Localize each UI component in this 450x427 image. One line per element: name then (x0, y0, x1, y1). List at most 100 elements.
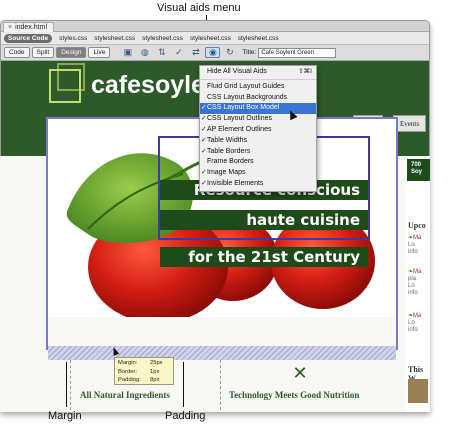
menu-item-label: Frame Borders (207, 158, 254, 166)
tooltip-value: 25px (150, 360, 163, 366)
related-files-bar: Source Code styles.css stylesheet.css st… (1, 32, 429, 45)
visual-aids-menu: Hide All Visual Aids ⇧⌘I Fluid Grid Layo… (199, 65, 317, 192)
sidebar-item-line: pla (408, 276, 417, 282)
check-browser-compat-icon[interactable]: ⇄ (188, 47, 203, 58)
menu-item-label: CSS Layout Box Model (207, 104, 280, 112)
tooltip-key: Border: (118, 368, 138, 375)
logo-cube-icon (49, 63, 85, 103)
tooltip-value: 1px (150, 368, 160, 375)
margin-callout: Margin (48, 410, 82, 422)
column-divider-left (70, 360, 71, 410)
document-toolbar: Code Split Design Live ▣ ◍ ⇅ ✓ ⇄ ◉ ↻ Tit… (1, 45, 429, 61)
menu-item-css-layout-backgrounds[interactable]: CSS Layout Backgrounds (200, 93, 316, 104)
related-file-stylesheet-3[interactable]: stylesheet.css (190, 35, 231, 42)
checkmark-icon: ✓ (201, 104, 207, 112)
related-file-styles[interactable]: styles.css (59, 35, 87, 42)
file-management-icon[interactable]: ⇅ (154, 47, 169, 58)
padding-callout-line (183, 362, 184, 407)
menu-item-frame-borders[interactable]: Frame Borders (200, 157, 316, 168)
checkmark-icon: ✓ (201, 179, 207, 187)
padding-callout: Padding (165, 410, 206, 422)
menu-item-invisible-elements[interactable]: ✓ Invisible Elements (200, 179, 316, 190)
sidebar-heading-upcoming: Upco (408, 221, 426, 230)
sidebar-item-name: Ma (413, 235, 422, 241)
document-tab-title: index.html (15, 24, 47, 31)
sidebar-item-name: Ma (413, 313, 422, 319)
sidebar-badge-line-2: Soy (411, 169, 423, 175)
garden-tools-icon: ✕ (292, 363, 308, 383)
related-file-stylesheet-2[interactable]: stylesheet.css (142, 35, 183, 42)
column-divider-mid (220, 360, 221, 410)
menu-item-image-maps[interactable]: ✓ Image Maps (200, 168, 316, 179)
menu-item-css-layout-box-model[interactable]: ✓ CSS Layout Box Model (200, 103, 316, 115)
margin-callout-line (66, 362, 67, 407)
menu-item-label: Table Widths (207, 136, 248, 144)
checkmark-icon: ✓ (201, 147, 207, 155)
menu-item-label: Table Borders (207, 147, 251, 155)
sidebar-item[interactable]: ❧Ma pla Lo info (408, 269, 421, 297)
sidebar-item[interactable]: ❧Ma Lo info (408, 313, 421, 334)
tooltip-row-margin: Margin: 25px (118, 359, 170, 368)
related-file-source-code[interactable]: Source Code (4, 33, 53, 43)
sidebar-item-line: info (408, 290, 418, 296)
sidebar-item-line: Lo (408, 283, 415, 289)
sidebar-badge: 700 Soy (407, 159, 430, 181)
headline-3: for the 21st Century (160, 247, 368, 267)
menu-shortcut: ⇧⌘I (298, 68, 312, 75)
checkmark-icon: ✓ (201, 125, 207, 133)
menu-item-css-layout-outlines[interactable]: ✓ CSS Layout Outlines (200, 114, 316, 125)
checkmark-icon: ✓ (201, 169, 207, 177)
tooltip-key: Padding: (118, 377, 141, 383)
menu-item-hide-all-visual-aids[interactable]: Hide All Visual Aids ⇧⌘I (200, 67, 316, 78)
menu-item-label: Image Maps (207, 169, 246, 177)
column-heading-ingredients: All Natural Ingredients (80, 390, 170, 400)
menu-item-fluid-grid-layout-guides[interactable]: Fluid Grid Layout Guides (200, 82, 316, 93)
visual-aids-icon[interactable]: ◉ (205, 47, 221, 58)
sidebar-item-line: info (408, 327, 418, 333)
title-label: Title: (242, 49, 257, 56)
box-model-tooltip: Margin: 25px Border: 1px Padding: 8px (114, 357, 174, 385)
related-file-stylesheet-1[interactable]: stylesheet.css (94, 35, 135, 42)
page-title-field[interactable]: Cafe Soylent Green (258, 47, 337, 58)
menu-item-ap-element-outlines[interactable]: ✓ AP Element Outlines (200, 125, 316, 136)
code-view-button[interactable]: Code (4, 47, 30, 58)
checkmark-icon: ✓ (201, 115, 207, 123)
menu-item-label: CSS Layout Backgrounds (207, 93, 288, 101)
checkmark-icon: ✓ (201, 136, 207, 144)
sidebar-thumbnail (408, 379, 428, 403)
document-tab[interactable]: × index.html (3, 22, 54, 32)
split-view-button[interactable]: Split (31, 47, 55, 58)
menu-item-table-widths[interactable]: ✓ Table Widths (200, 136, 316, 147)
column-heading-technology: Technology Meets Good Nutrition (229, 390, 360, 400)
menu-item-label: AP Element Outlines (207, 125, 272, 133)
sidebar-item-line: Lo (408, 320, 415, 326)
menu-item-label: CSS Layout Outlines (207, 115, 272, 123)
menu-item-table-borders[interactable]: ✓ Table Borders (200, 147, 316, 158)
refresh-icon[interactable]: ↻ (222, 47, 237, 58)
design-view-button[interactable]: Design (56, 47, 87, 58)
tooltip-row-padding: Padding: 8px (118, 376, 170, 385)
sidebar-item-line: info (408, 249, 418, 255)
live-view-button[interactable]: Live (88, 47, 111, 58)
sidebar-badge-line-1: 700 (411, 162, 422, 168)
menu-item-label: Fluid Grid Layout Guides (207, 82, 285, 90)
box-model-margin-highlight (48, 346, 396, 360)
sidebar-item-name: Ma (413, 269, 422, 275)
menu-item-label: Hide All Visual Aids (207, 68, 267, 75)
sidebar-item-line: Lo (408, 242, 415, 248)
preview-browser-icon[interactable]: ◍ (137, 47, 152, 58)
tooltip-value: 8px (150, 377, 160, 383)
close-icon[interactable]: × (8, 24, 12, 31)
site-logo: cafesoyle (91, 71, 205, 99)
menu-item-label: Invisible Elements (207, 179, 264, 187)
multiscreen-icon[interactable]: ▣ (120, 47, 135, 58)
sidebar: 700 Soy Upco ❧Ma Lo info ❧Ma pla Lo info… (405, 159, 430, 412)
related-file-stylesheet-4[interactable]: stylesheet.css (238, 35, 279, 42)
document-tab-bar: × index.html (1, 21, 429, 32)
sidebar-item[interactable]: ❧Ma Lo info (408, 235, 421, 256)
w3c-validation-icon[interactable]: ✓ (171, 47, 186, 58)
tooltip-key: Margin: (118, 360, 138, 366)
visual-aids-menu-callout: Visual aids menu (157, 2, 241, 14)
headline-2: haute cuisine (160, 210, 368, 230)
menu-separator (200, 78, 316, 80)
